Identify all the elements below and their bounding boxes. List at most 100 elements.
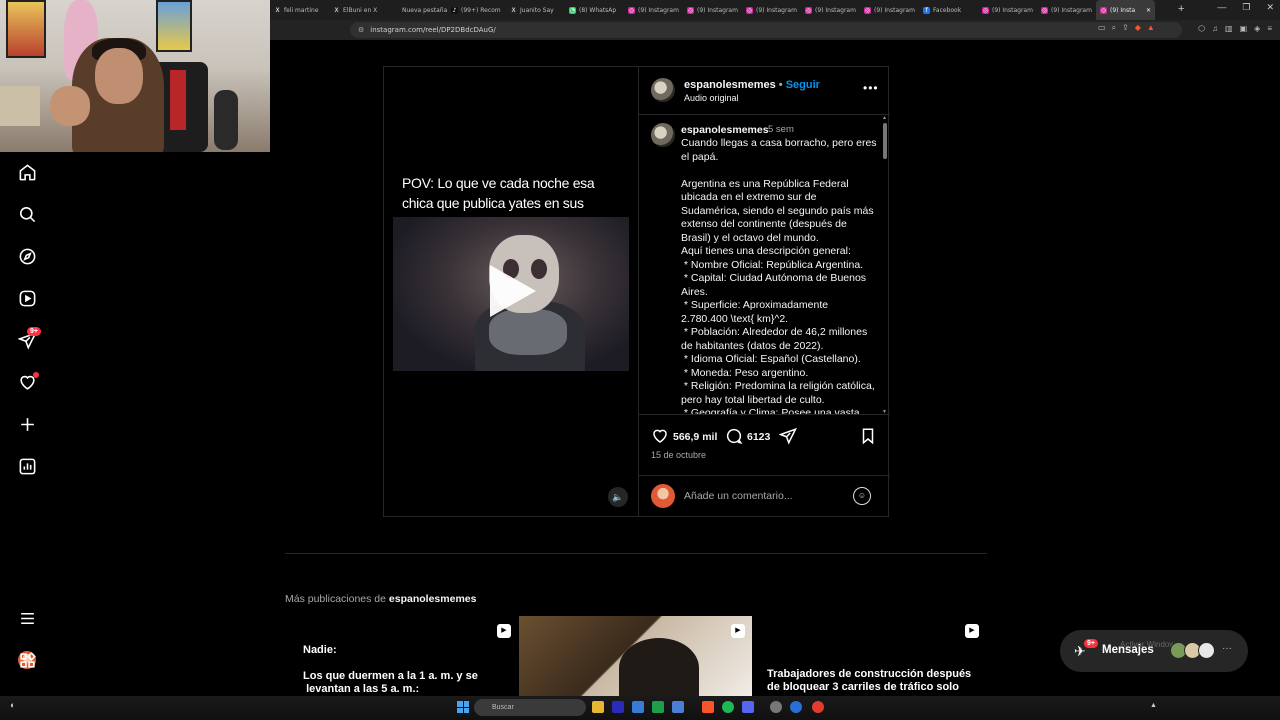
tab-label: (9) Insta bbox=[1110, 6, 1136, 14]
tab-label: (9) Instagram bbox=[756, 6, 797, 14]
minimize-icon[interactable]: — bbox=[1217, 2, 1226, 13]
blank-tab-icon bbox=[392, 7, 399, 14]
close-window-icon[interactable]: ✕ bbox=[1266, 2, 1274, 13]
zoom-icon[interactable]: ⌕ bbox=[1112, 23, 1116, 33]
wallet-icon[interactable]: ▣ bbox=[1240, 24, 1248, 33]
menu-icon[interactable]: ≡ bbox=[1267, 24, 1272, 33]
browser-tab[interactable]: Nueva pestaña bbox=[388, 0, 447, 20]
browser-tab[interactable]: X ElBuni en X bbox=[329, 0, 388, 20]
reel-indicator-icon: ▶ bbox=[965, 624, 979, 638]
comment-icon[interactable] bbox=[725, 427, 743, 445]
taskbar-search[interactable]: Buscar bbox=[474, 699, 586, 716]
play-icon[interactable] bbox=[490, 265, 536, 317]
emoji-icon[interactable]: ☺ bbox=[853, 487, 871, 505]
tab-label: (9) Instagram bbox=[992, 6, 1033, 14]
site-info-icon[interactable]: ⚙ bbox=[358, 26, 364, 34]
scroll-thumb[interactable] bbox=[883, 123, 887, 159]
app-icon[interactable] bbox=[790, 701, 802, 713]
start-icon[interactable] bbox=[457, 701, 469, 713]
like-icon[interactable] bbox=[651, 427, 669, 445]
messages-pill[interactable]: Activar Windows ✈ 9+ Mensajes ··· bbox=[1060, 630, 1248, 672]
dashboard-icon[interactable] bbox=[17, 456, 37, 476]
tab-label: Nueva pestaña bbox=[402, 6, 447, 14]
scroll-up-icon[interactable]: ▲ bbox=[882, 115, 887, 121]
brave-icon[interactable] bbox=[702, 701, 714, 713]
premiere-icon[interactable] bbox=[612, 701, 624, 713]
caption-avatar[interactable] bbox=[651, 123, 675, 147]
share-icon[interactable] bbox=[779, 427, 797, 445]
explore-icon[interactable] bbox=[17, 246, 37, 266]
more-options-icon[interactable]: ••• bbox=[863, 81, 879, 95]
sidebar-icon[interactable]: ▥ bbox=[1225, 24, 1233, 33]
more-post-1[interactable]: Nadie: Los que duermen a la 1 a. m. y se… bbox=[285, 616, 518, 696]
share-icon[interactable]: ⇪ bbox=[1122, 23, 1129, 33]
windows-taskbar: ◐ Buscar ▲ bbox=[0, 696, 1280, 720]
browser-tab[interactable]: X Juanito Say bbox=[506, 0, 565, 20]
browser-tab[interactable]: ◎ (9) Insta ✕ bbox=[1096, 0, 1155, 20]
discord-icon[interactable] bbox=[742, 701, 754, 713]
app-icon[interactable] bbox=[812, 701, 824, 713]
brave-shield-icon[interactable]: ◆ bbox=[1135, 23, 1141, 33]
follow-button[interactable]: Seguir bbox=[786, 79, 820, 91]
threads-apps-icon[interactable] bbox=[17, 650, 37, 670]
whatsapp-icon: ◔ bbox=[569, 6, 576, 14]
browser-tab[interactable]: ◎ (9) Instagram bbox=[978, 0, 1037, 20]
caption-scrollbar[interactable]: ▲ ▼ bbox=[882, 115, 888, 414]
brave-rewards-icon[interactable]: ▲ bbox=[1147, 23, 1155, 33]
browser-tab[interactable]: ◎ (9) Instagram bbox=[624, 0, 683, 20]
address-bar[interactable]: ⚙ instagram.com/reel/DP2DBdcDAuG/ bbox=[350, 22, 1182, 38]
browser-tab[interactable]: ◎ (9) Instagram bbox=[801, 0, 860, 20]
comment-input[interactable]: Añade un comentario... bbox=[684, 490, 793, 502]
more-post-2[interactable]: ▶ bbox=[519, 616, 752, 696]
reel-video[interactable]: POV: Lo que ve cada noche esa chica que … bbox=[384, 67, 638, 516]
reel-indicator-icon: ▶ bbox=[731, 624, 745, 638]
widgets-icon[interactable]: ◐ bbox=[10, 700, 24, 714]
tab-label: ElBuni en X bbox=[343, 6, 378, 14]
more-posts-user[interactable]: espanolesmemes bbox=[389, 593, 477, 605]
more-post-3[interactable]: Trabajadores de construcción después de … bbox=[753, 616, 986, 696]
scroll-down-icon[interactable]: ▼ bbox=[882, 409, 887, 414]
reels-icon[interactable] bbox=[17, 288, 37, 308]
create-icon[interactable] bbox=[17, 414, 37, 434]
comments-count[interactable]: 6123 bbox=[747, 431, 770, 443]
browser-tab[interactable]: ◎ (9) Instagram bbox=[742, 0, 801, 20]
tab-label: (9) Instagram bbox=[697, 6, 738, 14]
tab-label: Juanito Say bbox=[520, 6, 554, 14]
file-explorer-icon[interactable] bbox=[592, 701, 604, 713]
media-icon[interactable]: ♫ bbox=[1212, 24, 1218, 33]
restore-icon[interactable]: ❐ bbox=[1242, 2, 1250, 13]
browser-tab[interactable]: Xfeli martine bbox=[270, 0, 329, 20]
browser-tab[interactable]: ◎ (9) Instagram bbox=[1037, 0, 1096, 20]
search-icon[interactable] bbox=[17, 204, 37, 224]
xbox-icon[interactable] bbox=[652, 701, 664, 713]
tab-label: (8) WhatsAp bbox=[579, 6, 617, 14]
menu-icon[interactable] bbox=[17, 608, 37, 628]
spotify-icon[interactable] bbox=[722, 701, 734, 713]
extension-icon[interactable]: ⬡ bbox=[1198, 24, 1205, 33]
caption-area: espanolesmemes 5 sem Cuando llegas a cas… bbox=[639, 115, 890, 415]
instagram-icon: ◎ bbox=[982, 6, 989, 14]
save-icon[interactable] bbox=[859, 427, 877, 445]
caption-user-link[interactable]: espanolesmemes bbox=[681, 124, 769, 136]
sound-icon[interactable]: 🔈 bbox=[608, 487, 628, 507]
home-icon[interactable] bbox=[17, 162, 37, 182]
audio-label[interactable]: Audio original bbox=[684, 93, 739, 103]
close-tab-icon[interactable]: ✕ bbox=[1146, 7, 1151, 14]
author-username[interactable]: espanolesmemes bbox=[684, 79, 776, 91]
browser-tab[interactable]: ◎ (9) Instagram bbox=[683, 0, 742, 20]
browser-tab[interactable]: ◔ (8) WhatsAp bbox=[565, 0, 624, 20]
browser-tab[interactable]: ◎ (9) Instagram bbox=[860, 0, 919, 20]
vpn-icon[interactable]: ◈ bbox=[1254, 24, 1260, 33]
app-icon[interactable] bbox=[632, 701, 644, 713]
app-icon[interactable] bbox=[672, 701, 684, 713]
post-date[interactable]: 15 de octubre bbox=[651, 450, 706, 460]
system-tray-icon[interactable]: ▲ bbox=[1150, 702, 1157, 709]
cast-icon[interactable]: ▭ bbox=[1098, 23, 1106, 33]
browser-tab[interactable]: f Facebook bbox=[919, 0, 978, 20]
likes-count[interactable]: 566,9 mil bbox=[673, 431, 717, 443]
author-avatar[interactable] bbox=[651, 78, 675, 102]
new-tab-button[interactable]: + bbox=[1178, 3, 1184, 15]
more-posts-heading: Más publicaciones de espanolesmemes bbox=[285, 593, 476, 605]
browser-tab[interactable]: ♪ (99+) Recom bbox=[447, 0, 506, 20]
settings-icon[interactable] bbox=[770, 701, 782, 713]
